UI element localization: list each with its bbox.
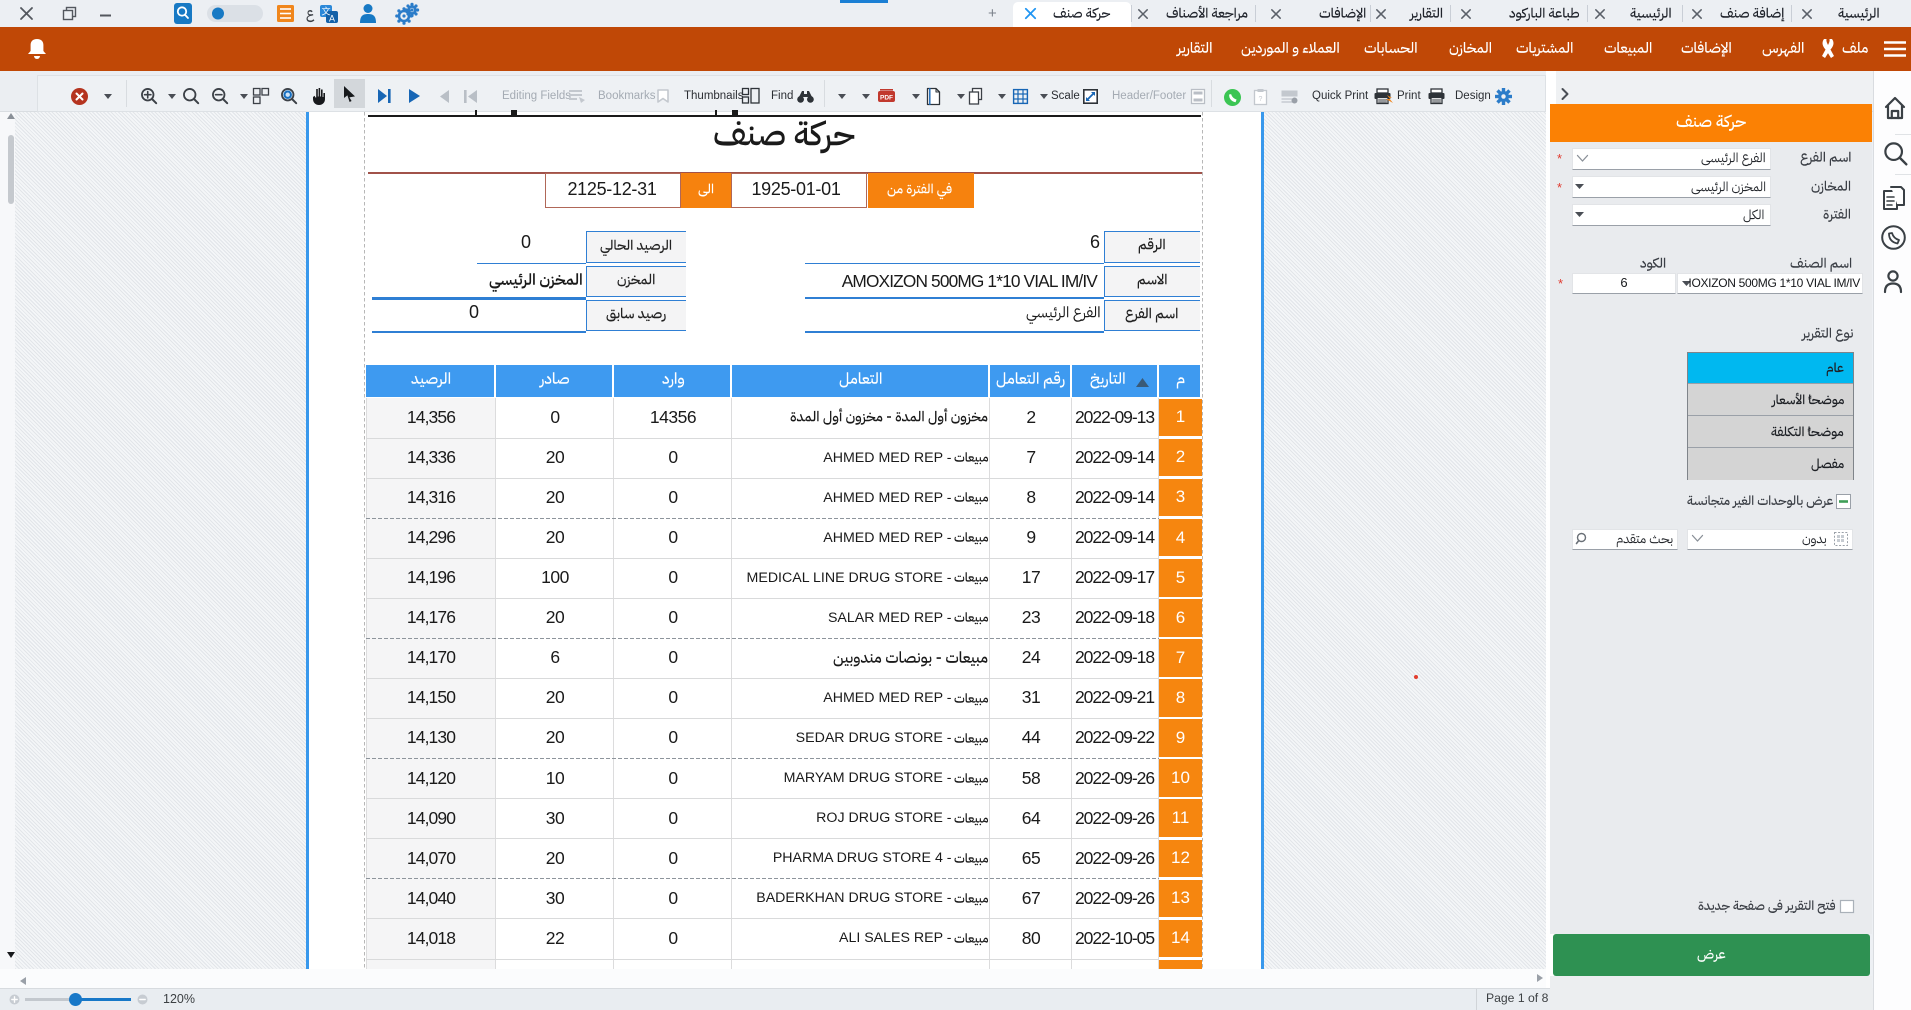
svg-text:A: A bbox=[329, 14, 335, 24]
svg-text:?: ? bbox=[1259, 96, 1263, 103]
svg-text:PDF: PDF bbox=[880, 94, 893, 101]
